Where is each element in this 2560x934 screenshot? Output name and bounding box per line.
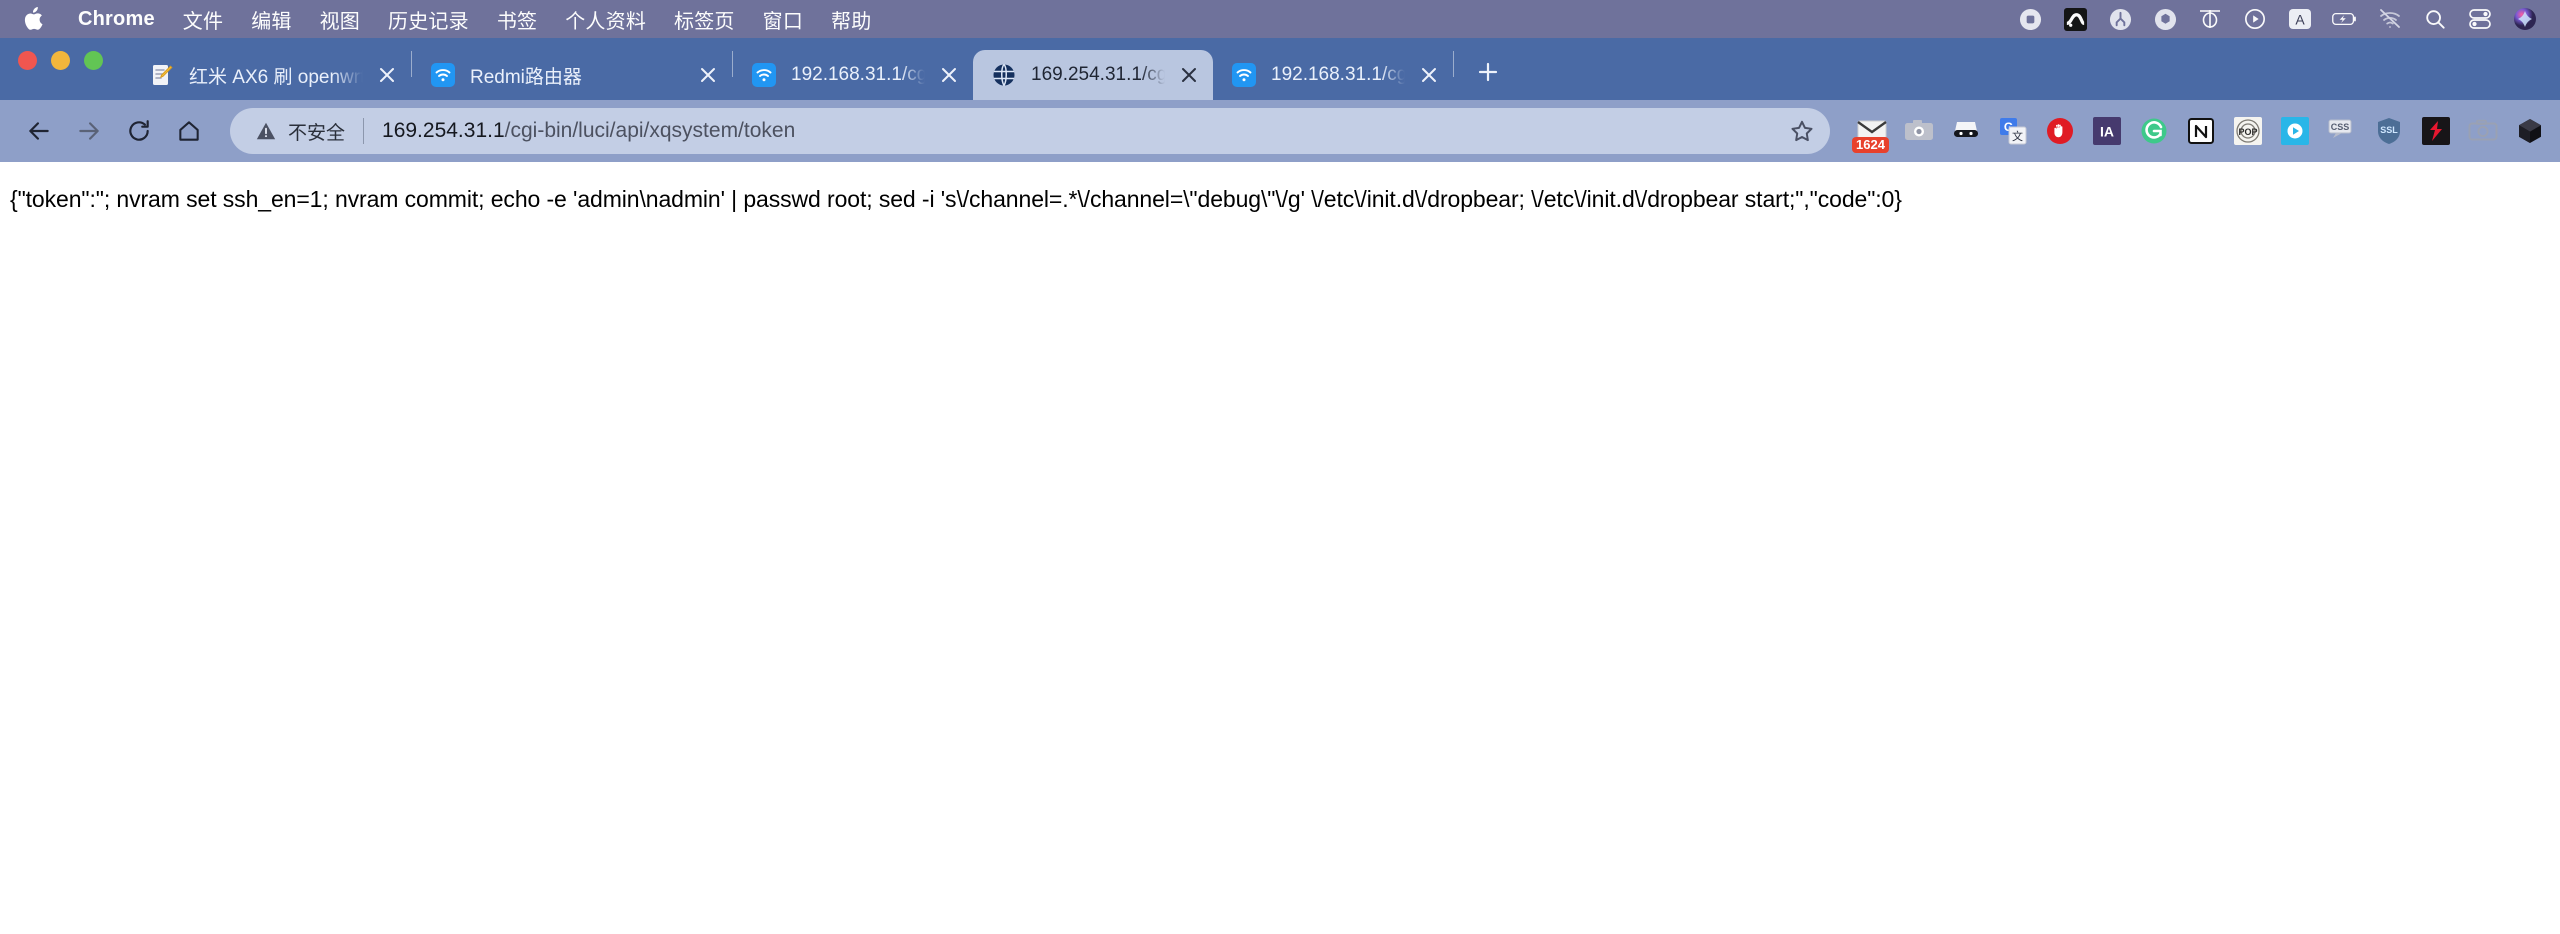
google-translate-icon[interactable]: G文 — [1997, 115, 2029, 147]
reload-icon[interactable] — [116, 108, 162, 154]
grammarly-icon[interactable] — [2138, 115, 2170, 147]
minimize-window-button[interactable] — [51, 50, 70, 70]
internet-archive-icon[interactable]: IA — [2091, 115, 2123, 147]
tab-3[interactable]: 169.254.31.1/cgi-bin/luci/api/xq — [973, 50, 1213, 100]
snipaste-icon[interactable] — [2062, 6, 2088, 32]
bookmark-star-icon[interactable] — [1780, 109, 1824, 153]
tab-2[interactable]: 192.168.31.1/cgi-bin/luci/;stok= — [733, 50, 973, 100]
tab-title-1: Redmi路由器 — [470, 66, 582, 88]
shield-tree-icon[interactable] — [2107, 6, 2133, 32]
svg-text:SSL: SSL — [2380, 125, 2398, 135]
close-window-button[interactable] — [18, 50, 37, 70]
svg-text:文: 文 — [2012, 129, 2023, 143]
adblock-stop-icon[interactable] — [2044, 115, 2076, 147]
menu-item-window[interactable]: 窗口 — [749, 3, 817, 36]
tab-close-4[interactable] — [1415, 61, 1443, 89]
black-cube-icon[interactable] — [2514, 115, 2546, 147]
apple-logo-icon[interactable] — [20, 4, 46, 34]
battery-charging-icon[interactable] — [2332, 6, 2358, 32]
menu-item-view[interactable]: 视图 — [306, 3, 374, 36]
tab-strip: 红米 AX6 刷 openwrt 教程 | 软路 Redmi路由器 — [0, 38, 2560, 100]
menu-item-edit[interactable]: 编辑 — [237, 3, 305, 36]
address-bar-url[interactable]: 169.254.31.1/cgi-bin/luci/api/xqsystem/t… — [382, 119, 1780, 143]
siri-icon[interactable] — [2512, 6, 2538, 32]
wifi-blue-icon — [1231, 62, 1257, 88]
chrome-browser-window: 红米 AX6 刷 openwrt 教程 | 软路 Redmi路由器 — [0, 38, 2560, 934]
tab-1[interactable]: Redmi路由器 — [412, 50, 732, 100]
control-center-icon[interactable] — [2467, 6, 2493, 32]
extension-toolbar: 1624 G文 IA POP CSS SSL — [1846, 115, 2546, 153]
tab-close-3[interactable] — [1175, 61, 1203, 89]
tab-title-2: 192.168.31.1/cgi-bin/luci/;stok= — [791, 64, 925, 85]
svg-text:A: A — [2295, 12, 2305, 28]
input-source-A-icon[interactable]: A — [2287, 6, 2313, 32]
address-bar[interactable]: 不安全 169.254.31.1/cgi-bin/luci/api/xqsyst… — [230, 108, 1830, 154]
menu-bar-items: Chrome 文件 编辑 视图 历史记录 书签 个人资料 标签页 窗口 帮助 — [20, 3, 885, 36]
tab-close-0[interactable] — [373, 61, 401, 89]
tab-0[interactable]: 红米 AX6 刷 openwrt 教程 | 软路 — [131, 50, 411, 100]
menu-item-profiles[interactable]: 个人资料 — [551, 3, 660, 36]
wifi-blue-icon — [751, 62, 777, 88]
css-viewer-icon[interactable]: CSS — [2326, 115, 2358, 147]
maximize-window-button[interactable] — [84, 50, 103, 70]
menu-item-tabs[interactable]: 标签页 — [660, 3, 749, 36]
svg-text:POP: POP — [2238, 127, 2257, 137]
new-tab-button[interactable] — [1466, 50, 1510, 94]
tab-list: 红米 AX6 刷 openwrt 教程 | 软路 Redmi路由器 — [131, 38, 1510, 100]
ssl-shield-icon[interactable]: SSL — [2373, 115, 2405, 147]
window-traffic-lights — [18, 38, 131, 100]
menu-item-help[interactable]: 帮助 — [817, 3, 885, 36]
back-arrow-icon[interactable] — [16, 108, 62, 154]
browser-toolbar: 不安全 169.254.31.1/cgi-bin/luci/api/xqsyst… — [0, 100, 2560, 162]
notion-icon[interactable] — [2185, 115, 2217, 147]
security-status-label: 不安全 — [288, 122, 346, 144]
menu-item-chrome[interactable]: Chrome — [64, 6, 169, 33]
play-circle-icon[interactable] — [2242, 6, 2268, 32]
url-path: /cgi-bin/luci/api/xqsystem/token — [504, 119, 796, 142]
json-response-text: {"token":"; nvram set ssh_en=1; nvram co… — [10, 186, 1902, 212]
camera-capture-icon[interactable] — [1903, 115, 1935, 147]
not-secure-warning-icon — [254, 119, 278, 143]
stop-recording-icon[interactable] — [2017, 6, 2043, 32]
menu-item-bookmarks[interactable]: 书签 — [483, 3, 551, 36]
macos-menu-bar: Chrome 文件 编辑 视图 历史记录 书签 个人资料 标签页 窗口 帮助 A — [0, 0, 2560, 38]
hexagon-icon[interactable] — [2152, 6, 2178, 32]
incognito-mask-icon[interactable] — [1950, 115, 1982, 147]
tab-close-1[interactable] — [694, 61, 722, 89]
tab-title-4: 192.168.31.1/cgi-bin/luci/;stok= — [1271, 64, 1405, 85]
screenshot-camera-icon[interactable] — [2467, 115, 2499, 147]
tab-close-2[interactable] — [935, 61, 963, 89]
page-content: {"token":"; nvram set ssh_en=1; nvram co… — [0, 162, 2560, 934]
gmail-icon[interactable]: 1624 — [1852, 115, 1889, 153]
phi-measure-icon[interactable] — [2197, 6, 2223, 32]
pop-icon[interactable]: POP — [2232, 115, 2264, 147]
menu-item-file[interactable]: 文件 — [169, 3, 237, 36]
menu-bar-tray: A — [2017, 6, 2544, 32]
gmail-unread-badge: 1624 — [1852, 137, 1889, 153]
menu-item-history[interactable]: 历史记录 — [374, 3, 483, 36]
wifi-off-icon[interactable] — [2377, 6, 2403, 32]
tab-4[interactable]: 192.168.31.1/cgi-bin/luci/;stok= — [1213, 50, 1453, 100]
omnibox-divider — [363, 118, 365, 144]
tab-title-3: 169.254.31.1/cgi-bin/luci/api/xq — [1031, 64, 1165, 85]
tab-separator — [1453, 51, 1454, 77]
tab-title-0: 红米 AX6 刷 openwrt 教程 | 软路 — [189, 66, 363, 88]
wifi-blue-icon — [430, 62, 456, 88]
svg-text:IA: IA — [2100, 124, 2114, 140]
home-icon[interactable] — [166, 108, 212, 154]
search-icon[interactable] — [2422, 6, 2448, 32]
globe-icon — [991, 62, 1017, 88]
forward-arrow-icon[interactable] — [66, 108, 112, 154]
svg-text:CSS: CSS — [2331, 122, 2350, 132]
url-host: 169.254.31.1 — [382, 119, 505, 142]
memo-pencil-icon — [149, 62, 175, 88]
lightning-dark-icon[interactable] — [2420, 115, 2452, 147]
video-player-icon[interactable] — [2279, 115, 2311, 147]
